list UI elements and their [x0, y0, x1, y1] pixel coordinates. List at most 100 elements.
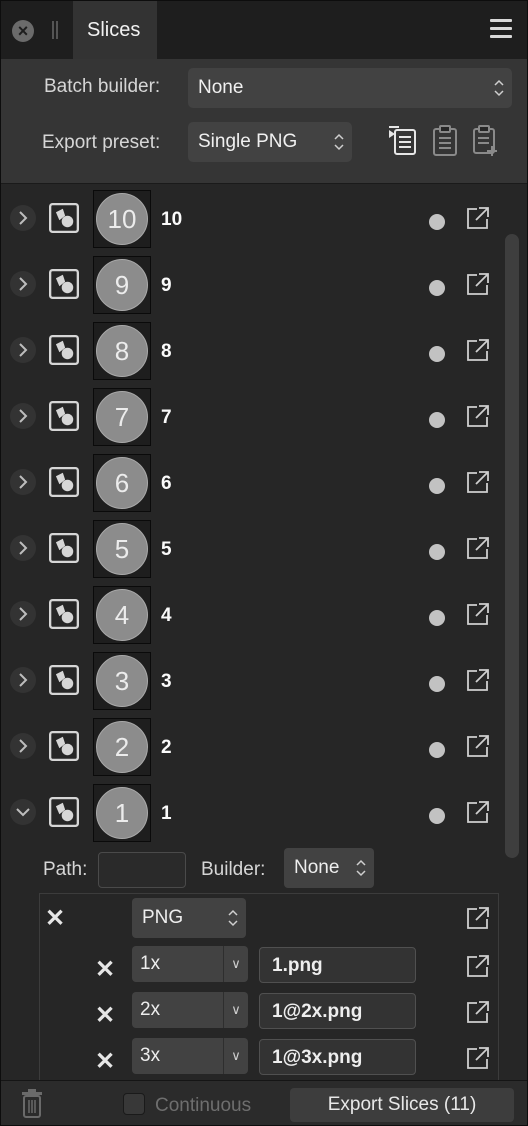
scale-value: 1x [140, 953, 161, 974]
slice-shape-icon[interactable] [49, 797, 79, 827]
export-arrow-icon[interactable] [465, 667, 491, 693]
trash-icon[interactable] [21, 1088, 43, 1118]
export-arrow-icon[interactable] [465, 403, 491, 429]
slice-row[interactable]: 3 3 [1, 649, 501, 715]
clipboard-add-icon[interactable] [470, 124, 500, 158]
export-arrow-icon[interactable] [465, 535, 491, 561]
chevron-down-icon[interactable] [10, 799, 36, 825]
slice-row[interactable]: 7 7 [1, 385, 501, 451]
slice-name[interactable]: 8 [161, 341, 172, 363]
status-dot [429, 478, 445, 494]
export-arrow-icon[interactable] [465, 601, 491, 627]
remove-scale-icon[interactable]: ✕ [95, 1047, 115, 1076]
export-preset-label: Export preset: [42, 132, 161, 153]
thumbnail-number: 7 [96, 391, 148, 443]
slice-shape-icon[interactable] [49, 269, 79, 299]
filename-field[interactable]: 1.png [259, 947, 416, 983]
builder-value: None [294, 857, 340, 878]
chevron-right-icon[interactable] [10, 205, 36, 231]
continuous-checkbox[interactable] [123, 1093, 145, 1115]
filename-field[interactable]: 1@2x.png [259, 993, 416, 1029]
slice-shape-icon[interactable] [49, 731, 79, 761]
chevron-right-icon[interactable] [10, 667, 36, 693]
scale-select[interactable]: 1x ∨ [132, 946, 248, 982]
slice-name[interactable]: 10 [161, 209, 182, 231]
builder-select[interactable]: None [284, 848, 374, 888]
slice-row[interactable]: 5 5 [1, 517, 501, 583]
chevron-right-icon[interactable] [10, 271, 36, 297]
format-select[interactable]: PNG [132, 898, 246, 938]
export-arrow-icon[interactable] [465, 271, 491, 297]
continuous-label: Continuous [155, 1095, 252, 1116]
slice-shape-icon[interactable] [49, 203, 79, 233]
export-arrow-icon[interactable] [465, 953, 491, 979]
slice-row[interactable]: 1 1 [1, 781, 501, 847]
slice-shape-icon[interactable] [49, 665, 79, 695]
hamburger-menu-icon[interactable] [490, 19, 512, 39]
remove-scale-icon[interactable]: ✕ [95, 955, 115, 984]
scale-select[interactable]: 2x ∨ [132, 992, 248, 1028]
scrollbar-thumb[interactable] [505, 234, 519, 858]
slice-thumbnail: 2 [93, 718, 151, 776]
remove-format-icon[interactable]: ✕ [45, 904, 65, 933]
slice-shape-icon[interactable] [49, 599, 79, 629]
thumbnail-number: 4 [96, 589, 148, 641]
export-arrow-icon[interactable] [465, 469, 491, 495]
slice-shape-icon[interactable] [49, 467, 79, 497]
chevron-right-icon[interactable] [10, 469, 36, 495]
slice-name[interactable]: 6 [161, 473, 172, 495]
slice-row[interactable]: 6 6 [1, 451, 501, 517]
chevron-down-icon: ∨ [223, 1038, 248, 1074]
slice-name[interactable]: 5 [161, 539, 172, 561]
chevron-right-icon[interactable] [10, 733, 36, 759]
scale-select[interactable]: 3x ∨ [132, 1038, 248, 1074]
updown-arrows-icon [494, 79, 504, 97]
batch-builder-select[interactable]: None [188, 68, 512, 108]
thumbnail-number: 9 [96, 259, 148, 311]
export-arrow-icon[interactable] [465, 905, 491, 931]
drag-grip-icon[interactable] [52, 21, 58, 39]
filename-value: 1.png [272, 955, 323, 976]
export-arrow-icon[interactable] [465, 337, 491, 363]
chevron-right-icon[interactable] [10, 535, 36, 561]
export-preset-select[interactable]: Single PNG [188, 122, 352, 162]
slice-shape-icon[interactable] [49, 401, 79, 431]
slice-row[interactable]: 9 9 [1, 253, 501, 319]
updown-arrows-icon [228, 909, 238, 927]
batch-builder-value: None [198, 77, 244, 98]
status-dot [429, 214, 445, 230]
export-arrow-icon[interactable] [465, 1045, 491, 1071]
export-arrow-icon[interactable] [465, 733, 491, 759]
status-dot [429, 742, 445, 758]
slice-row[interactable]: 2 2 [1, 715, 501, 781]
slice-name[interactable]: 2 [161, 737, 172, 759]
slice-row[interactable]: 8 8 [1, 319, 501, 385]
filename-value: 1@3x.png [272, 1047, 363, 1068]
slice-name[interactable]: 9 [161, 275, 172, 297]
export-arrow-icon[interactable] [465, 205, 491, 231]
clipboard-icon[interactable] [430, 124, 460, 158]
status-dot [429, 676, 445, 692]
slice-row[interactable]: 4 4 [1, 583, 501, 649]
path-field[interactable] [98, 852, 186, 888]
tab-slices[interactable]: Slices [73, 1, 157, 59]
slice-name[interactable]: 4 [161, 605, 172, 627]
export-arrow-icon[interactable] [465, 999, 491, 1025]
slice-name[interactable]: 7 [161, 407, 172, 429]
slice-shape-icon[interactable] [49, 335, 79, 365]
updown-arrows-icon [356, 859, 366, 877]
export-arrow-icon[interactable] [465, 799, 491, 825]
remove-scale-icon[interactable]: ✕ [95, 1001, 115, 1030]
panel-footer: Continuous Export Slices (11) [1, 1080, 527, 1125]
close-icon[interactable]: × [12, 20, 34, 42]
slice-name[interactable]: 1 [161, 803, 172, 825]
slice-shape-icon[interactable] [49, 533, 79, 563]
filename-field[interactable]: 1@3x.png [259, 1039, 416, 1075]
preset-list-icon[interactable] [387, 124, 417, 158]
slice-row[interactable]: 10 10 [1, 187, 501, 253]
export-slices-button[interactable]: Export Slices (11) [290, 1088, 514, 1122]
chevron-right-icon[interactable] [10, 337, 36, 363]
chevron-right-icon[interactable] [10, 601, 36, 627]
slice-name[interactable]: 3 [161, 671, 172, 693]
chevron-right-icon[interactable] [10, 403, 36, 429]
